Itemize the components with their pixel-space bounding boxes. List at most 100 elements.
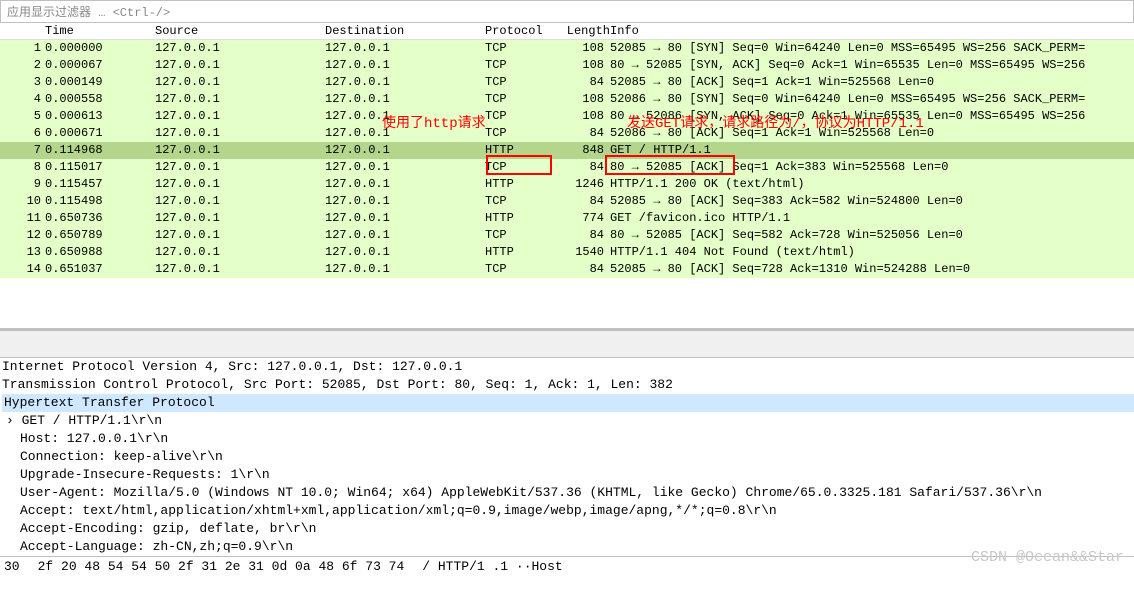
- cell-info: 52086 → 80 [SYN] Seq=0 Win=64240 Len=0 M…: [610, 91, 1134, 108]
- filter-placeholder: 应用显示过滤器 … <Ctrl-/>: [7, 6, 170, 20]
- cell-source: 127.0.0.1: [155, 261, 325, 278]
- detail-header-line[interactable]: Accept-Encoding: gzip, deflate, br\r\n: [2, 520, 1134, 538]
- column-length[interactable]: Length: [555, 23, 610, 39]
- packet-row[interactable]: 130.650988127.0.0.1127.0.0.1HTTP1540HTTP…: [0, 244, 1134, 261]
- cell-length: 84: [555, 159, 610, 176]
- packet-row[interactable]: 60.000671127.0.0.1127.0.0.1TCP8452086 → …: [0, 125, 1134, 142]
- cell-destination: 127.0.0.1: [325, 244, 485, 261]
- cell-destination: 127.0.0.1: [325, 142, 485, 159]
- cell-source: 127.0.0.1: [155, 40, 325, 57]
- packet-row[interactable]: 140.651037127.0.0.1127.0.0.1TCP8452085 →…: [0, 261, 1134, 278]
- packet-row[interactable]: 10.000000127.0.0.1127.0.0.1TCP10852085 →…: [0, 40, 1134, 57]
- column-protocol[interactable]: Protocol: [485, 23, 555, 39]
- packet-row[interactable]: 80.115017127.0.0.1127.0.0.1TCP8480 → 520…: [0, 159, 1134, 176]
- cell-length: 84: [555, 74, 610, 91]
- table-header-row: Time Source Destination Protocol Length …: [0, 23, 1134, 40]
- packet-row[interactable]: 110.650736127.0.0.1127.0.0.1HTTP774GET /…: [0, 210, 1134, 227]
- detail-http-header[interactable]: Hypertext Transfer Protocol: [2, 394, 1134, 412]
- cell-info: HTTP/1.1 404 Not Found (text/html): [610, 244, 1134, 261]
- packet-detail-pane[interactable]: Internet Protocol Version 4, Src: 127.0.…: [0, 358, 1134, 556]
- cell-destination: 127.0.0.1: [325, 40, 485, 57]
- cell-source: 127.0.0.1: [155, 227, 325, 244]
- cell-destination: 127.0.0.1: [325, 159, 485, 176]
- detail-header-line[interactable]: Connection: keep-alive\r\n: [2, 448, 1134, 466]
- column-source[interactable]: Source: [155, 23, 325, 39]
- packet-row[interactable]: 100.115498127.0.0.1127.0.0.1TCP8452085 →…: [0, 193, 1134, 210]
- cell-info: 80 → 52085 [SYN, ACK] Seq=0 Ack=1 Win=65…: [610, 57, 1134, 74]
- cell-info: 80 → 52085 [ACK] Seq=1 Ack=383 Win=52556…: [610, 159, 1134, 176]
- cell-destination: 127.0.0.1: [325, 91, 485, 108]
- cell-time: 0.000000: [45, 40, 155, 57]
- cell-source: 127.0.0.1: [155, 244, 325, 261]
- cell-length: 108: [555, 91, 610, 108]
- cell-protocol: HTTP: [485, 142, 555, 159]
- cell-time: 0.650736: [45, 210, 155, 227]
- cell-time: 0.650789: [45, 227, 155, 244]
- cell-destination: 127.0.0.1: [325, 176, 485, 193]
- column-destination[interactable]: Destination: [325, 23, 485, 39]
- hex-view-bar[interactable]: 30 2f 20 48 54 54 50 2f 31 2e 31 0d 0a 4…: [0, 556, 1134, 576]
- cell-no: 14: [0, 261, 45, 278]
- cell-time: 0.114968: [45, 142, 155, 159]
- cell-protocol: TCP: [485, 108, 555, 125]
- cell-protocol: TCP: [485, 261, 555, 278]
- detail-header-line[interactable]: Upgrade-Insecure-Requests: 1\r\n: [2, 466, 1134, 484]
- cell-no: 2: [0, 57, 45, 74]
- cell-info: 80 → 52085 [ACK] Seq=582 Ack=728 Win=525…: [610, 227, 1134, 244]
- cell-source: 127.0.0.1: [155, 159, 325, 176]
- cell-destination: 127.0.0.1: [325, 193, 485, 210]
- cell-length: 84: [555, 261, 610, 278]
- cell-destination: 127.0.0.1: [325, 74, 485, 91]
- column-time[interactable]: Time: [45, 23, 155, 39]
- cell-time: 0.115457: [45, 176, 155, 193]
- packet-row[interactable]: 90.115457127.0.0.1127.0.0.1HTTP1246HTTP/…: [0, 176, 1134, 193]
- detail-header-line[interactable]: User-Agent: Mozilla/5.0 (Windows NT 10.0…: [2, 484, 1134, 502]
- cell-info: 52085 → 80 [ACK] Seq=383 Ack=582 Win=524…: [610, 193, 1134, 210]
- detail-tcp-line[interactable]: Transmission Control Protocol, Src Port:…: [2, 376, 1134, 394]
- detail-header-line[interactable]: Accept-Language: zh-CN,zh;q=0.9\r\n: [2, 538, 1134, 556]
- cell-source: 127.0.0.1: [155, 176, 325, 193]
- packet-row[interactable]: 50.000613127.0.0.1127.0.0.1TCP10880 → 52…: [0, 108, 1134, 125]
- hex-bytes: 2f 20 48 54 54 50 2f 31 2e 31 0d 0a 48 6…: [38, 559, 405, 574]
- display-filter-input[interactable]: 应用显示过滤器 … <Ctrl-/>: [0, 0, 1134, 23]
- cell-no: 8: [0, 159, 45, 176]
- packet-row[interactable]: 70.114968127.0.0.1127.0.0.1HTTP848GET / …: [0, 142, 1134, 159]
- cell-no: 1: [0, 40, 45, 57]
- detail-get-line[interactable]: › GET / HTTP/1.1\r\n: [2, 412, 1134, 430]
- cell-time: 0.650988: [45, 244, 155, 261]
- cell-destination: 127.0.0.1: [325, 261, 485, 278]
- cell-info: 52085 → 80 [ACK] Seq=728 Ack=1310 Win=52…: [610, 261, 1134, 278]
- cell-destination: 127.0.0.1: [325, 57, 485, 74]
- column-info[interactable]: Info: [610, 23, 1134, 39]
- cell-protocol: HTTP: [485, 176, 555, 193]
- cell-info: 52085 → 80 [SYN] Seq=0 Win=64240 Len=0 M…: [610, 40, 1134, 57]
- cell-length: 1540: [555, 244, 610, 261]
- cell-source: 127.0.0.1: [155, 193, 325, 210]
- cell-protocol: TCP: [485, 57, 555, 74]
- detail-ipv4-line[interactable]: Internet Protocol Version 4, Src: 127.0.…: [2, 358, 1134, 376]
- packet-row[interactable]: 40.000558127.0.0.1127.0.0.1TCP10852086 →…: [0, 91, 1134, 108]
- column-no[interactable]: [0, 23, 45, 39]
- cell-time: 0.000671: [45, 125, 155, 142]
- cell-source: 127.0.0.1: [155, 108, 325, 125]
- packet-row[interactable]: 30.000149127.0.0.1127.0.0.1TCP8452085 → …: [0, 74, 1134, 91]
- cell-source: 127.0.0.1: [155, 57, 325, 74]
- packet-list-table[interactable]: Time Source Destination Protocol Length …: [0, 23, 1134, 278]
- packet-row[interactable]: 20.000067127.0.0.1127.0.0.1TCP10880 → 52…: [0, 57, 1134, 74]
- detail-header-line[interactable]: Accept: text/html,application/xhtml+xml,…: [2, 502, 1134, 520]
- cell-length: 848: [555, 142, 610, 159]
- packet-row[interactable]: 120.650789127.0.0.1127.0.0.1TCP8480 → 52…: [0, 227, 1134, 244]
- pane-splitter[interactable]: [0, 328, 1134, 358]
- cell-no: 3: [0, 74, 45, 91]
- cell-no: 10: [0, 193, 45, 210]
- cell-protocol: TCP: [485, 227, 555, 244]
- cell-no: 12: [0, 227, 45, 244]
- detail-header-line[interactable]: Host: 127.0.0.1\r\n: [2, 430, 1134, 448]
- cell-no: 11: [0, 210, 45, 227]
- cell-time: 0.000067: [45, 57, 155, 74]
- cell-info: 52086 → 80 [ACK] Seq=1 Ack=1 Win=525568 …: [610, 125, 1134, 142]
- cell-no: 7: [0, 142, 45, 159]
- cell-length: 84: [555, 193, 610, 210]
- cell-protocol: TCP: [485, 40, 555, 57]
- cell-info: 80 → 52086 [SYN, ACK] Seq=0 Ack=1 Win=65…: [610, 108, 1134, 125]
